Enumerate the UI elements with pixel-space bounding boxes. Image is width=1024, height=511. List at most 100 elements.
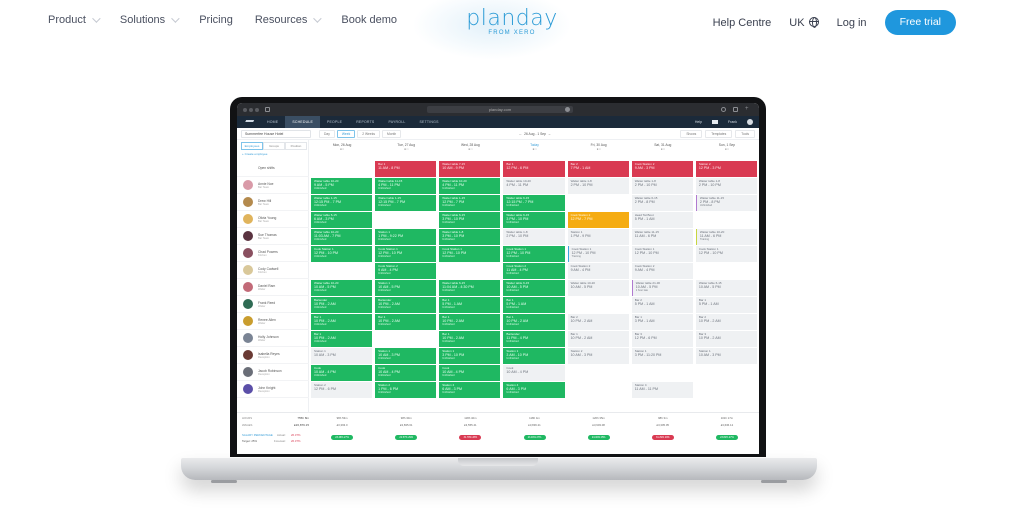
shift-card[interactable]: Cook Station 29 AM - 4 PM Unfinished (375, 263, 437, 279)
planday-logo[interactable]: planday FROM XERO (412, 0, 572, 60)
date-range[interactable]: ← 26 Aug - 1 Sep → (519, 130, 551, 138)
shift-card[interactable]: Waiter table 10-20 11:03 AM - 7 PM Unfinis… (311, 229, 373, 245)
browser-url[interactable]: planday.com (427, 106, 573, 113)
shift-card[interactable]: Cook Station 1 12 PM - 10 PM (695, 246, 757, 262)
shift-card[interactable]: Waiter table 6-15 12:15 PM - 7 PM Unfinish… (503, 195, 565, 211)
shift-card[interactable]: Station 1 10 AM - 3 PM Unfinished (375, 348, 437, 364)
shift-card[interactable]: Waiter table 1-15 12 PM - 7 PM Unfinished (439, 195, 501, 211)
free-trial-button[interactable]: Free trial (884, 10, 956, 35)
shift-card[interactable]: Station 11 PM - 9:22 PM Unfinished (375, 229, 437, 245)
open-shift-card[interactable]: Bar 1 11 AM - 8 PM (375, 161, 437, 177)
app-tab-people[interactable]: PEOPLE (320, 116, 349, 128)
view-week[interactable]: Week (336, 130, 356, 138)
shift-card[interactable]: Waiter table 1-8 3 PM - 10 PM Unfinished (439, 229, 501, 245)
shift-card[interactable]: Waiter table 6-15 6 AM - 3 PM Unfinished (311, 212, 373, 228)
shift-card[interactable]: Bar 1 10 PM - 2 AM Unfinished (311, 331, 373, 347)
shift-card[interactable]: Bar 3 10 PM - 2 AM (695, 331, 757, 347)
shift-card[interactable]: Head Tat Boot 5 PM - 1 AM (631, 212, 693, 228)
nav-resources[interactable]: Resources (255, 14, 323, 26)
shift-card[interactable]: Cook Station 1 12 PM - 10 PM Unfinished (375, 246, 437, 262)
day-header[interactable]: Sat, 31 Aug ■ □ (631, 140, 695, 158)
employee-row[interactable]: Annie Noe Bar Team (237, 177, 309, 194)
employee-row[interactable]: Sue Thomas Bar Team (237, 228, 309, 245)
open-shift-card[interactable]: Cook Station 29 AM - 3 PM (631, 161, 693, 177)
shift-card[interactable]: Bar 13 PM - 1 AM (631, 314, 693, 330)
shift-card[interactable]: Waiter table 6-15 11:04 AM - 4:30 PM Unfin… (439, 280, 501, 296)
open-shift-card[interactable]: Waiter table 7-15 10 AM - 9 PM (439, 161, 501, 177)
shift-card[interactable]: Bar 1 10 PM - 2 AM Unfinished (375, 314, 437, 330)
nav-book-demo[interactable]: Book demo (341, 14, 397, 26)
shift-card[interactable]: Station 11 PM - 9 PM (567, 229, 629, 245)
tab-employees[interactable]: Employees (241, 142, 263, 150)
day-header[interactable]: Tue, 27 Aug ■ □ (374, 140, 438, 158)
app-tab-reports[interactable]: REPORTS (349, 116, 381, 128)
shift-card[interactable]: Station 46 AM - 3 PM Unfinished (439, 382, 501, 398)
employee-row[interactable]: Daniel Ram Waiter (237, 279, 309, 296)
mail-icon[interactable] (712, 120, 719, 124)
employee-row[interactable]: Frank Reed Waiter (237, 296, 309, 313)
view-day[interactable]: Day (319, 130, 335, 138)
department-select[interactable]: Summerfee House Hotel (241, 130, 311, 138)
user-avatar[interactable] (747, 119, 753, 125)
shift-card[interactable]: Station 1 10 AM - 3 PM (311, 348, 373, 364)
shift-card[interactable]: Waiter table 10-20 4 PM - 11 PM (503, 178, 565, 194)
employee-row[interactable]: Drew Hill Bar Team (237, 194, 309, 211)
day-header[interactable]: Mon, 26 Aug ■ □ (310, 140, 374, 158)
shift-card[interactable]: Waiter table 10-20 11 AM - 6 PM Training (695, 229, 757, 245)
employee-row[interactable]: Olivia Young Bar Team (237, 211, 309, 228)
shift-card[interactable]: Waiter table 10-20 4 PM - 11 PM Unfinished (439, 178, 501, 194)
locale-selector[interactable]: UK (789, 16, 819, 29)
shift-card[interactable]: Station 2 10 AM - 3 PM (567, 348, 629, 364)
shift-card[interactable]: Waiter table 10-20 10 AM - 5 PM Unfinished (311, 280, 373, 296)
app-tab-schedule[interactable]: SCHEDULE (285, 116, 320, 128)
day-header[interactable]: Sun, 1 Sep ■ □ (695, 140, 759, 158)
shift-card[interactable]: Waiter table 1-8 2 PM - 10 PM (503, 229, 565, 245)
shift-card[interactable]: Cook Station 2 11 AM - 4 PM Unfinished (503, 263, 565, 279)
shift-card[interactable]: Cook 10 AM - 4 PM (503, 365, 565, 381)
shift-card[interactable]: Waiter table 6-15 2 PM - 8 PM (631, 195, 693, 211)
tab-groups[interactable]: Groups (263, 142, 285, 150)
shift-card[interactable]: Waiter table 6-15 10 AM - 5 PM Unfinished (503, 280, 565, 296)
shift-card[interactable]: Bar 3 12 PM - 6 PM (631, 331, 693, 347)
day-header[interactable]: Wed, 28 Aug ■ □ (438, 140, 502, 158)
employee-row[interactable]: Cody Cadwell Kitchen (237, 262, 309, 279)
next-week-icon[interactable]: → (546, 132, 551, 136)
shift-card[interactable]: Cook Station 1 12 PM - 10 PM Unfinished (311, 246, 373, 262)
shift-card[interactable]: Cook Station 29 AM - 4 PM (631, 263, 693, 279)
shift-card[interactable]: Bar 1 10 PM - 2 AM Unfinished (439, 314, 501, 330)
shift-card[interactable]: Waiter table 6-15 3 PM - 10 PM Unfinished (439, 212, 501, 228)
app-tab-home[interactable]: HOME (260, 116, 285, 128)
shift-card[interactable]: Bar 15 PM - 1 AM (695, 297, 757, 313)
shift-card[interactable]: Bar 1 10 PM - 2 AM Unfinished (503, 314, 565, 330)
open-shift-card[interactable]: Station 2 12 PM - 3 PM (695, 161, 757, 177)
login-link[interactable]: Log in (837, 17, 867, 29)
shift-card[interactable]: Station 13 PM - 10 PM Unfinished (439, 348, 501, 364)
open-shift-card[interactable]: Bar 1 12 PM - 6 PM (503, 161, 565, 177)
view-2-weeks[interactable]: 2 Weeks (357, 130, 381, 138)
create-employee-link[interactable]: + Create employee (242, 152, 267, 156)
shift-card[interactable]: Waiter table 11-15 4 PM - 11 PM Unfinished (375, 178, 437, 194)
shift-card[interactable]: Waiter table 11-15 11 AM - 6 PM (631, 229, 693, 245)
shift-card[interactable]: Waiter table 1-8 2 PM - 10 PM (695, 178, 757, 194)
view-month[interactable]: Month (382, 130, 402, 138)
shows-dropdown[interactable]: Shows (680, 130, 703, 138)
shift-card[interactable]: Station 13 PM - 11:20 PM (631, 348, 693, 364)
shift-card[interactable]: Bartender 11 PM - 4 PM Unfinished (503, 331, 565, 347)
shift-card[interactable]: Bar 1 10 PM - 2 AM Unfinished (311, 314, 373, 330)
day-header[interactable]: Today ■ □ (502, 140, 566, 158)
employee-row[interactable]: John Knight Reception (237, 381, 309, 398)
employee-row[interactable]: Chad Powers Kitchen (237, 245, 309, 262)
employee-row[interactable]: Renee Allen Waiter (237, 313, 309, 330)
shift-card[interactable]: Waiter table 1-15 12:15 PM - 7 PM Unfinish… (311, 195, 373, 211)
employee-row[interactable]: Isabella Reyes Reception (237, 347, 309, 364)
shift-card[interactable]: Bar 15 PM - 1 AM Unfinished (503, 297, 565, 313)
salary-percentage-label[interactable]: SALARY PERCENTAGE (242, 433, 273, 437)
shift-card[interactable]: Station 13 AM - 10 PM Unfinished (503, 348, 565, 364)
shift-card[interactable]: Station 1 10 AM - 5 PM Unfinished (375, 280, 437, 296)
nav-solutions[interactable]: Solutions (120, 14, 180, 26)
day-header[interactable]: Fri, 30 Aug ■ □ (567, 140, 631, 158)
shift-card[interactable]: Station 1 10 AM - 3 PM (695, 348, 757, 364)
shift-card[interactable]: Cook 10 AM - 4 PM Unfinished (375, 365, 437, 381)
shift-card[interactable]: Waiter table 1-8 2 PM - 10 PM (567, 178, 629, 194)
shift-card[interactable]: Waiter table 6-15 10 AM - 5 PM (695, 280, 757, 296)
